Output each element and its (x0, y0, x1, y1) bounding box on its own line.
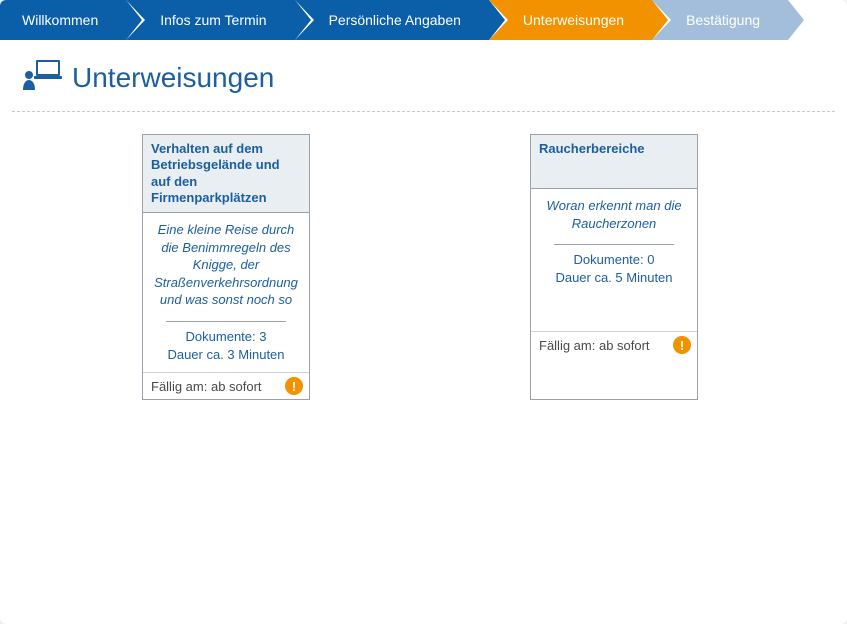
card-title: Verhalten auf dem Betriebsgelände und au… (143, 135, 309, 213)
crumb-persoenliche-angaben[interactable]: Persönliche Angaben (295, 0, 489, 40)
alert-icon: ! (285, 377, 303, 395)
page-title: Unterweisungen (72, 62, 274, 94)
card-due: Fällig am: ab sofort (151, 379, 262, 394)
wizard-breadcrumb: Willkommen Infos zum Termin Persönliche … (0, 0, 847, 40)
card-due: Fällig am: ab sofort (539, 338, 650, 353)
card-separator (166, 321, 286, 322)
card-footer: Fällig am: ab sofort ! (143, 372, 309, 399)
crumb-bestaetigung: Bestätigung (652, 0, 788, 40)
training-card-raucherbereiche[interactable]: Raucherbereiche Woran erkennt man die Ra… (530, 134, 698, 400)
training-icon (22, 58, 62, 97)
card-duration: Dauer ca. 3 Minuten (149, 346, 303, 364)
training-cards: Verhalten auf dem Betriebsgelände und au… (0, 134, 847, 400)
card-description: Eine kleine Reise durch die Benimmregeln… (143, 213, 309, 315)
training-card-verhalten[interactable]: Verhalten auf dem Betriebsgelände und au… (142, 134, 310, 400)
card-footer: Fällig am: ab sofort ! (531, 331, 697, 358)
alert-icon: ! (673, 336, 691, 354)
crumb-willkommen[interactable]: Willkommen (0, 0, 126, 40)
card-description: Woran erkennt man die Raucherzonen (531, 189, 697, 238)
card-separator (554, 244, 674, 245)
crumb-unterweisungen[interactable]: Unterweisungen (489, 0, 652, 40)
card-title: Raucherbereiche (531, 135, 697, 189)
card-docs: Dokumente: 0 (537, 251, 691, 269)
crumb-label: Infos zum Termin (160, 12, 266, 28)
crumb-label: Unterweisungen (523, 12, 624, 28)
crumb-infos-termin[interactable]: Infos zum Termin (126, 0, 294, 40)
card-meta: Dokumente: 3 Dauer ca. 3 Minuten (143, 328, 309, 372)
card-duration: Dauer ca. 5 Minuten (537, 269, 691, 287)
crumb-label: Persönliche Angaben (329, 12, 461, 28)
card-docs: Dokumente: 3 (149, 328, 303, 346)
crumb-label: Willkommen (22, 12, 98, 28)
page-heading: Unterweisungen (0, 40, 847, 111)
card-meta: Dokumente: 0 Dauer ca. 5 Minuten (531, 251, 697, 295)
crumb-label: Bestätigung (686, 12, 760, 28)
separator (12, 111, 835, 112)
